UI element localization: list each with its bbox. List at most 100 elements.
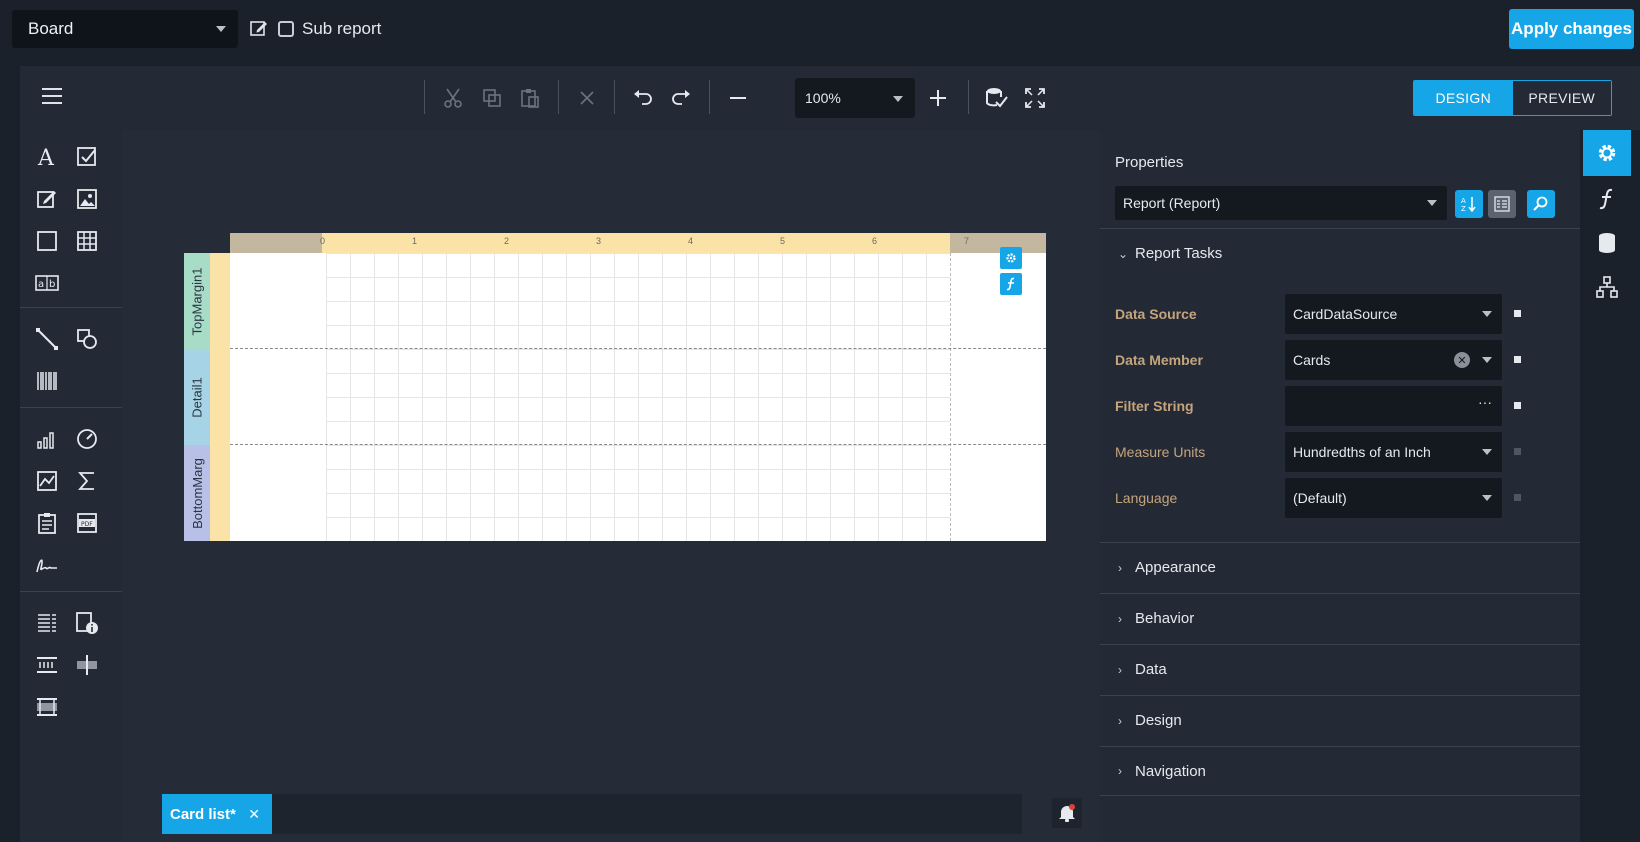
picture-box-icon[interactable] bbox=[74, 186, 100, 212]
filter-string-field[interactable]: ··· bbox=[1285, 386, 1502, 426]
report-expression-icon[interactable] bbox=[1000, 273, 1022, 295]
line-icon[interactable] bbox=[34, 326, 60, 352]
summary-icon[interactable] bbox=[74, 468, 100, 494]
signature-icon[interactable] bbox=[34, 552, 60, 578]
table-of-contents-icon[interactable] bbox=[34, 510, 60, 536]
checkbox-icon[interactable] bbox=[74, 144, 100, 170]
sparkline-icon[interactable] bbox=[34, 468, 60, 494]
board-select[interactable]: Board bbox=[12, 10, 238, 48]
section-report-tasks[interactable]: ⌄ Report Tasks bbox=[1100, 228, 1580, 278]
property-marker[interactable] bbox=[1514, 494, 1521, 501]
sort-alphabetical-icon[interactable]: AZ bbox=[1455, 190, 1483, 218]
design-surface[interactable]: 0 1 2 3 4 5 6 7 TopMargin1 Detail1 Botto… bbox=[122, 130, 1100, 842]
board-select-value: Board bbox=[28, 19, 74, 38]
vertical-details-icon[interactable] bbox=[34, 652, 60, 678]
prop-label: Measure Units bbox=[1115, 444, 1206, 460]
redo-icon[interactable] bbox=[669, 86, 693, 110]
right-rail bbox=[1580, 130, 1640, 842]
chevron-down-icon bbox=[216, 26, 226, 32]
cross-band-box-icon[interactable] bbox=[34, 694, 60, 720]
copy-icon[interactable] bbox=[480, 86, 504, 110]
menu-icon[interactable] bbox=[42, 88, 62, 104]
chart-icon[interactable] bbox=[34, 426, 60, 452]
zoom-select[interactable]: 100% bbox=[795, 78, 915, 118]
section-appearance[interactable]: › Appearance bbox=[1100, 542, 1580, 592]
section-label: Appearance bbox=[1135, 559, 1216, 576]
report-settings-icon[interactable] bbox=[1000, 247, 1022, 269]
svg-text:A: A bbox=[1461, 197, 1466, 205]
design-tab[interactable]: DESIGN bbox=[1414, 81, 1513, 115]
shape-icon[interactable] bbox=[74, 326, 100, 352]
close-icon[interactable]: ✕ bbox=[248, 806, 260, 823]
measure-units-select[interactable]: Hundredths of an Inch bbox=[1285, 432, 1502, 472]
section-navigation[interactable]: › Navigation bbox=[1100, 746, 1580, 796]
language-select[interactable]: (Default) bbox=[1285, 478, 1502, 518]
zoom-out-icon[interactable] bbox=[726, 86, 750, 110]
search-icon[interactable] bbox=[1527, 190, 1555, 218]
section-behavior[interactable]: › Behavior bbox=[1100, 593, 1580, 643]
report-paper[interactable] bbox=[230, 253, 1046, 541]
ruler-number: 7 bbox=[964, 236, 970, 246]
clear-icon[interactable]: ✕ bbox=[1454, 352, 1470, 368]
chevron-down-icon bbox=[893, 96, 903, 102]
data-member-select[interactable]: Cards ✕ bbox=[1285, 340, 1502, 380]
prop-label: Data Source bbox=[1115, 306, 1197, 322]
function-icon[interactable] bbox=[1583, 176, 1631, 222]
page-info-icon[interactable] bbox=[74, 610, 100, 636]
properties-title: Properties bbox=[1115, 154, 1184, 171]
ruler-number: 4 bbox=[688, 236, 694, 246]
svg-text:Z: Z bbox=[1461, 205, 1466, 212]
band-label-detail[interactable]: Detail1 bbox=[184, 349, 210, 445]
table-icon[interactable] bbox=[74, 228, 100, 254]
barcode-icon[interactable] bbox=[34, 368, 60, 394]
section-design[interactable]: › Design bbox=[1100, 695, 1580, 745]
panel-icon[interactable] bbox=[34, 228, 60, 254]
ellipsis-icon[interactable]: ··· bbox=[1478, 394, 1492, 410]
prop-label: Filter String bbox=[1115, 398, 1194, 414]
categorized-icon[interactable] bbox=[1488, 190, 1516, 218]
tab-card-list[interactable]: Card list* ✕ bbox=[162, 794, 272, 834]
paste-icon[interactable] bbox=[518, 86, 542, 110]
band-divider[interactable] bbox=[230, 348, 1046, 349]
property-marker[interactable] bbox=[1514, 448, 1521, 455]
pdf-content-icon[interactable]: PDF bbox=[74, 510, 100, 536]
page-break-icon[interactable] bbox=[74, 652, 100, 678]
ruler-number: 5 bbox=[780, 236, 786, 246]
zoom-in-icon[interactable] bbox=[926, 86, 950, 110]
chevron-right-icon: › bbox=[1118, 713, 1122, 728]
undo-icon[interactable] bbox=[631, 86, 655, 110]
property-marker[interactable] bbox=[1514, 310, 1521, 317]
object-select[interactable]: Report (Report) bbox=[1115, 186, 1447, 220]
preview-tab[interactable]: PREVIEW bbox=[1512, 81, 1611, 115]
vertical-header-icon[interactable] bbox=[34, 610, 60, 636]
notification-bell-icon[interactable] bbox=[1052, 798, 1082, 828]
hierarchy-icon[interactable] bbox=[1583, 264, 1631, 310]
gear-icon[interactable] bbox=[1583, 130, 1631, 176]
edit-icon[interactable] bbox=[250, 19, 268, 37]
sub-report-checkbox[interactable] bbox=[278, 21, 294, 37]
label-icon[interactable]: A bbox=[34, 144, 60, 170]
character-comb-icon[interactable]: ab bbox=[34, 270, 60, 296]
property-marker[interactable] bbox=[1514, 402, 1521, 409]
delete-icon[interactable] bbox=[575, 86, 599, 110]
toolbar-separator bbox=[709, 80, 710, 114]
property-marker[interactable] bbox=[1514, 356, 1521, 363]
band-label-bottommargin[interactable]: BottomMarg bbox=[184, 445, 210, 541]
database-icon[interactable] bbox=[1583, 220, 1631, 266]
apply-changes-button[interactable]: Apply changes bbox=[1509, 9, 1634, 49]
band-divider[interactable] bbox=[230, 444, 1046, 445]
ruler-number: 2 bbox=[504, 236, 510, 246]
prop-row-filter-string: Filter String ··· bbox=[1100, 386, 1580, 428]
gauge-icon[interactable] bbox=[74, 426, 100, 452]
prop-row-data-member: Data Member Cards ✕ bbox=[1100, 340, 1580, 382]
band-label-topmargin[interactable]: TopMargin1 bbox=[184, 253, 210, 349]
fullscreen-icon[interactable] bbox=[1023, 86, 1047, 110]
cut-icon[interactable] bbox=[441, 86, 465, 110]
section-data[interactable]: › Data bbox=[1100, 644, 1580, 694]
band-labels: TopMargin1 Detail1 BottomMarg bbox=[184, 253, 230, 541]
data-source-select[interactable]: CardDataSource bbox=[1285, 294, 1502, 334]
validate-bindings-icon[interactable] bbox=[985, 86, 1009, 110]
chevron-down-icon: ⌄ bbox=[1118, 246, 1129, 261]
rich-text-icon[interactable] bbox=[34, 186, 60, 212]
toolbar-separator bbox=[614, 80, 615, 114]
